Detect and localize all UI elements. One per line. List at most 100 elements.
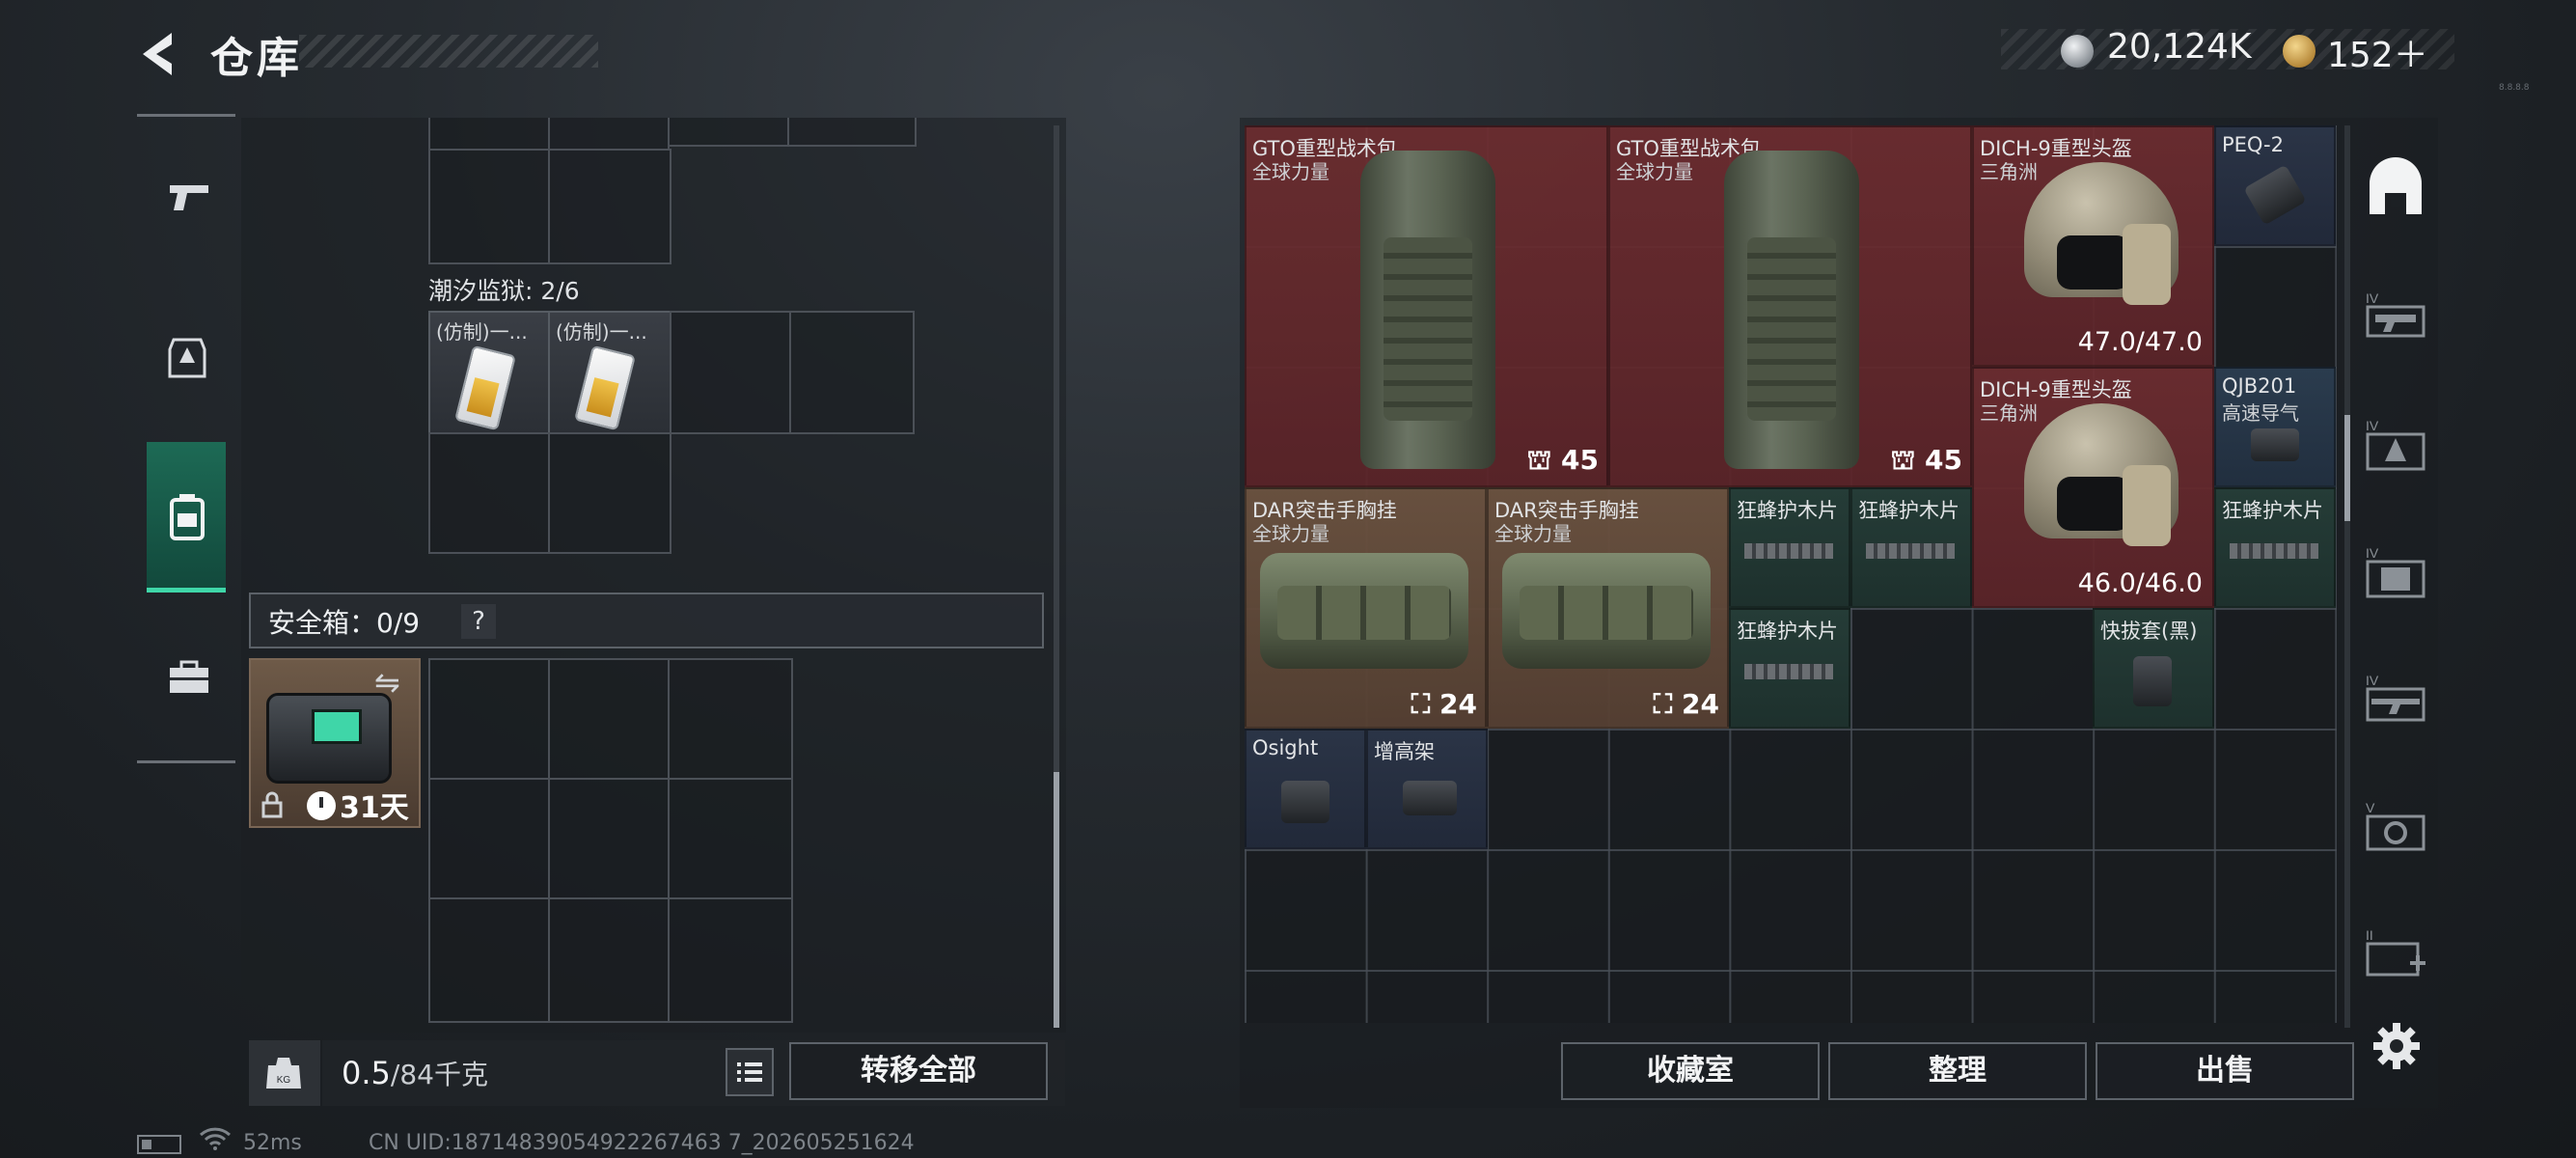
list-icon — [737, 1062, 762, 1082]
toolbox-icon — [170, 660, 208, 693]
carry-weight-current: 0.5 — [342, 1055, 391, 1091]
safe-grid-cell[interactable] — [668, 658, 793, 780]
help-button[interactable]: ? — [461, 604, 496, 639]
side-tab-snipers[interactable]: IV — [2362, 664, 2429, 731]
key-card-name: (仿制)一... — [556, 320, 647, 344]
rig-tier-icon: IV — [2366, 545, 2425, 598]
item-faction: 三角洲 — [1980, 160, 2038, 183]
stash-item-riser[interactable]: 增高架 — [1366, 729, 1488, 849]
stash-item-helmet[interactable]: DICH-9重型头盔 三角洲 47.0/47.0 — [1972, 125, 2214, 367]
side-tab-rifles[interactable]: IV — [2362, 282, 2429, 349]
item-count: ⛶ 24 — [1411, 688, 1477, 720]
grid-cell[interactable] — [789, 311, 915, 434]
key-card-slot[interactable]: (仿制)一... — [548, 311, 671, 434]
safe-grid-cell[interactable] — [548, 778, 670, 899]
stash-scrollbar-thumb[interactable] — [2344, 415, 2350, 521]
safe-grid-cell[interactable] — [428, 778, 550, 899]
scope-tier-icon: V — [2366, 800, 2425, 851]
stash-item-helmet[interactable]: DICH-9重型头盔 三角洲 46.0/46.0 — [1972, 367, 2214, 608]
settings-button[interactable] — [2370, 1019, 2424, 1073]
stash-item-chest-rig[interactable]: DAR突击手胸挂 全球力量 ⛶ 24 — [1487, 487, 1729, 729]
stash-item-handguard[interactable]: 狂蜂护木片 — [1729, 487, 1850, 608]
safe-grid-cell[interactable] — [548, 658, 670, 780]
sort-button[interactable]: 整理 — [1828, 1042, 2087, 1100]
grid-cell[interactable] — [428, 149, 550, 264]
container-scrollbar-thumb[interactable] — [1054, 772, 1059, 1028]
swap-icon[interactable]: ⇋ — [374, 664, 400, 701]
rail-top-divider — [137, 114, 235, 117]
side-tab-armor[interactable]: IV — [2362, 409, 2429, 477]
safe-grid-cell[interactable] — [548, 897, 670, 1023]
stash-item-handguard[interactable]: 狂蜂护木片 — [2214, 487, 2336, 608]
item-name: 狂蜂护木片 — [1858, 499, 1959, 522]
back-arrow-icon — [143, 33, 172, 75]
grid-cell[interactable] — [787, 118, 917, 147]
item-name: 狂蜂护木片 — [1737, 499, 1838, 522]
stash-item-chest-rig[interactable]: DAR突击手胸挂 全球力量 ⛶ 24 — [1245, 487, 1487, 729]
item-count: ⛶ 24 — [1653, 688, 1719, 720]
gold-coin-amount[interactable]: 152＋ — [2327, 27, 2428, 77]
item-count: ⛫ 45 — [1890, 444, 1962, 476]
side-tab-safehouse[interactable] — [2362, 154, 2429, 222]
laser-module-image — [2243, 164, 2307, 226]
grid-cell[interactable] — [670, 311, 791, 434]
back-button[interactable] — [133, 29, 187, 79]
stash-item-osight[interactable]: Osight — [1245, 729, 1366, 849]
safe-box-item[interactable]: ⇋ 31天 — [249, 658, 421, 828]
svg-text:IV: IV — [2366, 418, 2379, 433]
silver-coin-icon — [2061, 35, 2094, 68]
page-title: 仓库 — [210, 34, 303, 83]
wifi-icon — [199, 1127, 232, 1156]
transfer-all-button[interactable]: 转移全部 — [789, 1042, 1048, 1100]
stash-item-gto-backpack[interactable]: GTO重型战术包 全球力量 ⛫ 45 — [1245, 125, 1608, 487]
rail-item-weapons[interactable] — [147, 129, 226, 274]
safe-box-label: 安全箱：0/9 — [268, 607, 421, 639]
item-faction: 全球力量 — [1252, 160, 1329, 183]
handguard-image — [1866, 543, 1955, 559]
side-tab-scopes[interactable]: V — [2362, 791, 2429, 859]
safe-grid-cell[interactable] — [668, 897, 793, 1023]
side-tab-rigs[interactable]: IV — [2362, 537, 2429, 604]
title-decoration — [299, 35, 598, 68]
stash-scrollbar[interactable] — [2344, 125, 2350, 1028]
grid-cell[interactable] — [548, 149, 671, 264]
stash-item-handguard[interactable]: 狂蜂护木片 — [1729, 608, 1850, 729]
item-count: ⛫ 45 — [1526, 444, 1599, 476]
grid-cell[interactable] — [548, 432, 671, 554]
stash-item-handguard[interactable]: 狂蜂护木片 — [1850, 487, 1972, 608]
list-view-button[interactable] — [726, 1048, 774, 1096]
key-card-slot[interactable]: (仿制)一... — [428, 311, 550, 434]
item-name: 狂蜂护木片 — [2222, 499, 2323, 522]
riser-mount-image — [1403, 781, 1457, 815]
stash-item-peq2[interactable]: PEQ-2 — [2214, 125, 2336, 246]
item-durability: 46.0/46.0 — [2077, 568, 2203, 598]
safe-grid-cell[interactable] — [668, 778, 793, 899]
stash-item-holster[interactable]: 快拔套(黑) — [2093, 608, 2214, 729]
pistol-icon — [170, 185, 208, 210]
item-name: Osight — [1252, 736, 1319, 759]
armor-tier-icon: IV — [2366, 418, 2425, 471]
chest-rig-image — [1260, 553, 1468, 669]
grid-cell[interactable] — [428, 118, 550, 151]
tide-prison-label: 潮汐监狱: 2/6 — [428, 277, 580, 305]
grid-cell[interactable] — [668, 118, 789, 147]
grid-cell[interactable] — [428, 432, 550, 554]
safe-grid-cell[interactable] — [428, 658, 550, 780]
silver-coin-amount[interactable]: 20,124K — [2107, 27, 2252, 67]
sell-button[interactable]: 出售 — [2096, 1042, 2354, 1100]
stash-item-qjb201[interactable]: QJB201 高速导气 — [2214, 367, 2336, 487]
grid-cell[interactable] — [548, 118, 670, 151]
rail-item-bags[interactable] — [147, 442, 226, 593]
stash-item-gto-backpack[interactable]: GTO重型战术包 全球力量 ⛫ 45 — [1608, 125, 1972, 487]
key-card-icon — [454, 345, 516, 431]
version-label: 8.8.8.8 — [2499, 83, 2530, 93]
carry-weight-max: /84千克 — [390, 1059, 488, 1090]
rail-item-armor[interactable] — [147, 286, 226, 430]
battery-icon — [137, 1135, 181, 1154]
sight-image — [1281, 781, 1329, 823]
rail-item-tools[interactable] — [147, 610, 226, 755]
svg-text:IV: IV — [2366, 673, 2379, 688]
safe-grid-cell[interactable] — [428, 897, 550, 1023]
collection-room-button[interactable]: 收藏室 — [1561, 1042, 1820, 1100]
side-tab-medical[interactable]: II — [2362, 919, 2429, 986]
